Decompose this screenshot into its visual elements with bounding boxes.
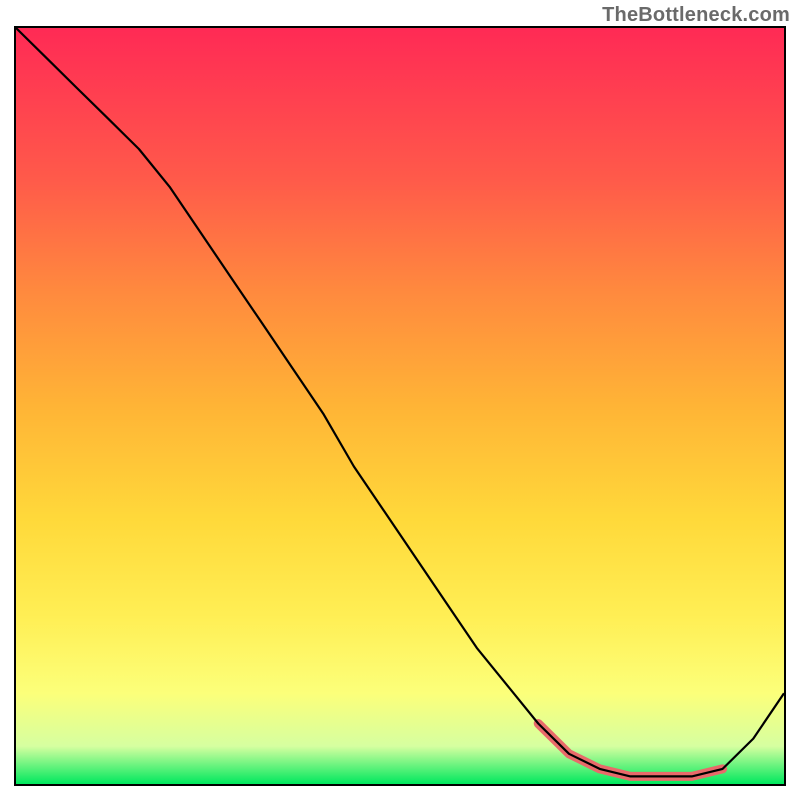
watermark-text: TheBottleneck.com xyxy=(602,4,790,27)
curve-layer xyxy=(16,28,784,784)
chart-stage: TheBottleneck.com xyxy=(0,0,800,800)
bottleneck-curve xyxy=(16,28,784,776)
plot-area xyxy=(14,26,786,786)
